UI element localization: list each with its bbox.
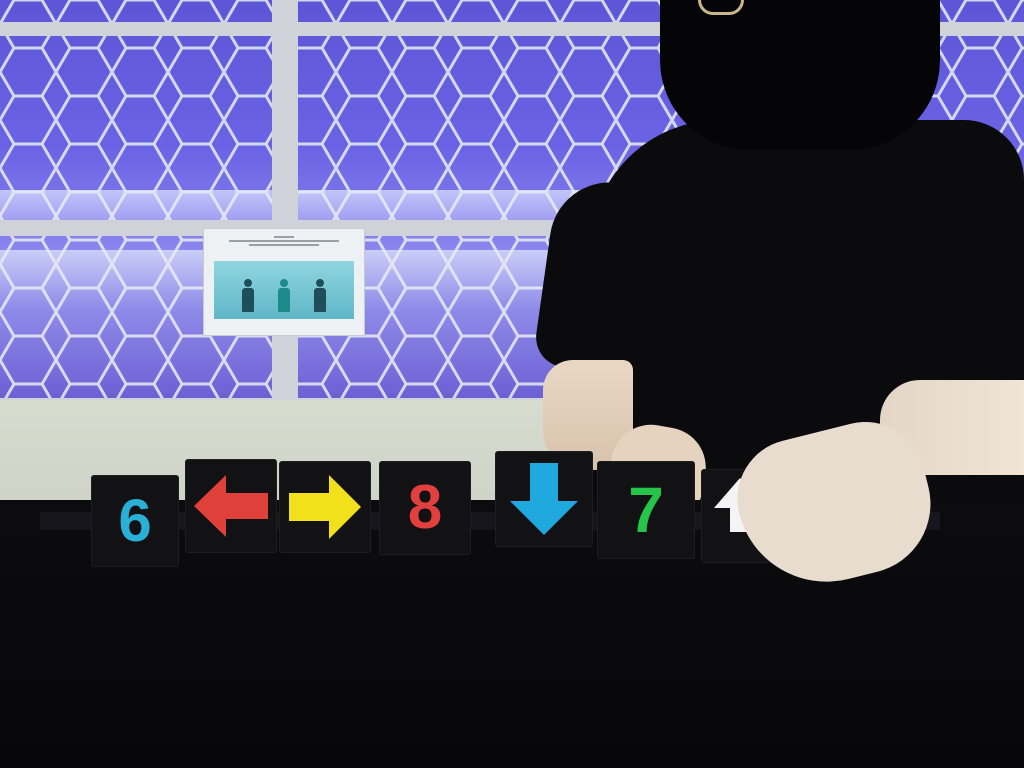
card-digit: 6 [118, 487, 152, 554]
card-arrow-right [280, 462, 370, 552]
card-digit: 8 [407, 473, 443, 542]
card-number-8: 8 [380, 462, 470, 554]
arrow-left-icon [194, 475, 268, 537]
arrow-right-icon [289, 475, 361, 539]
card-number-7: 7 [598, 462, 694, 558]
card-digit: 7 [628, 474, 664, 546]
hair [660, 0, 940, 150]
arrow-down-icon [510, 463, 578, 535]
photo-scene: 6 8 7 [0, 0, 1024, 768]
card-arrow-down [496, 452, 592, 546]
card-arrow-left [186, 460, 276, 552]
card-number-6: 6 [92, 476, 178, 566]
